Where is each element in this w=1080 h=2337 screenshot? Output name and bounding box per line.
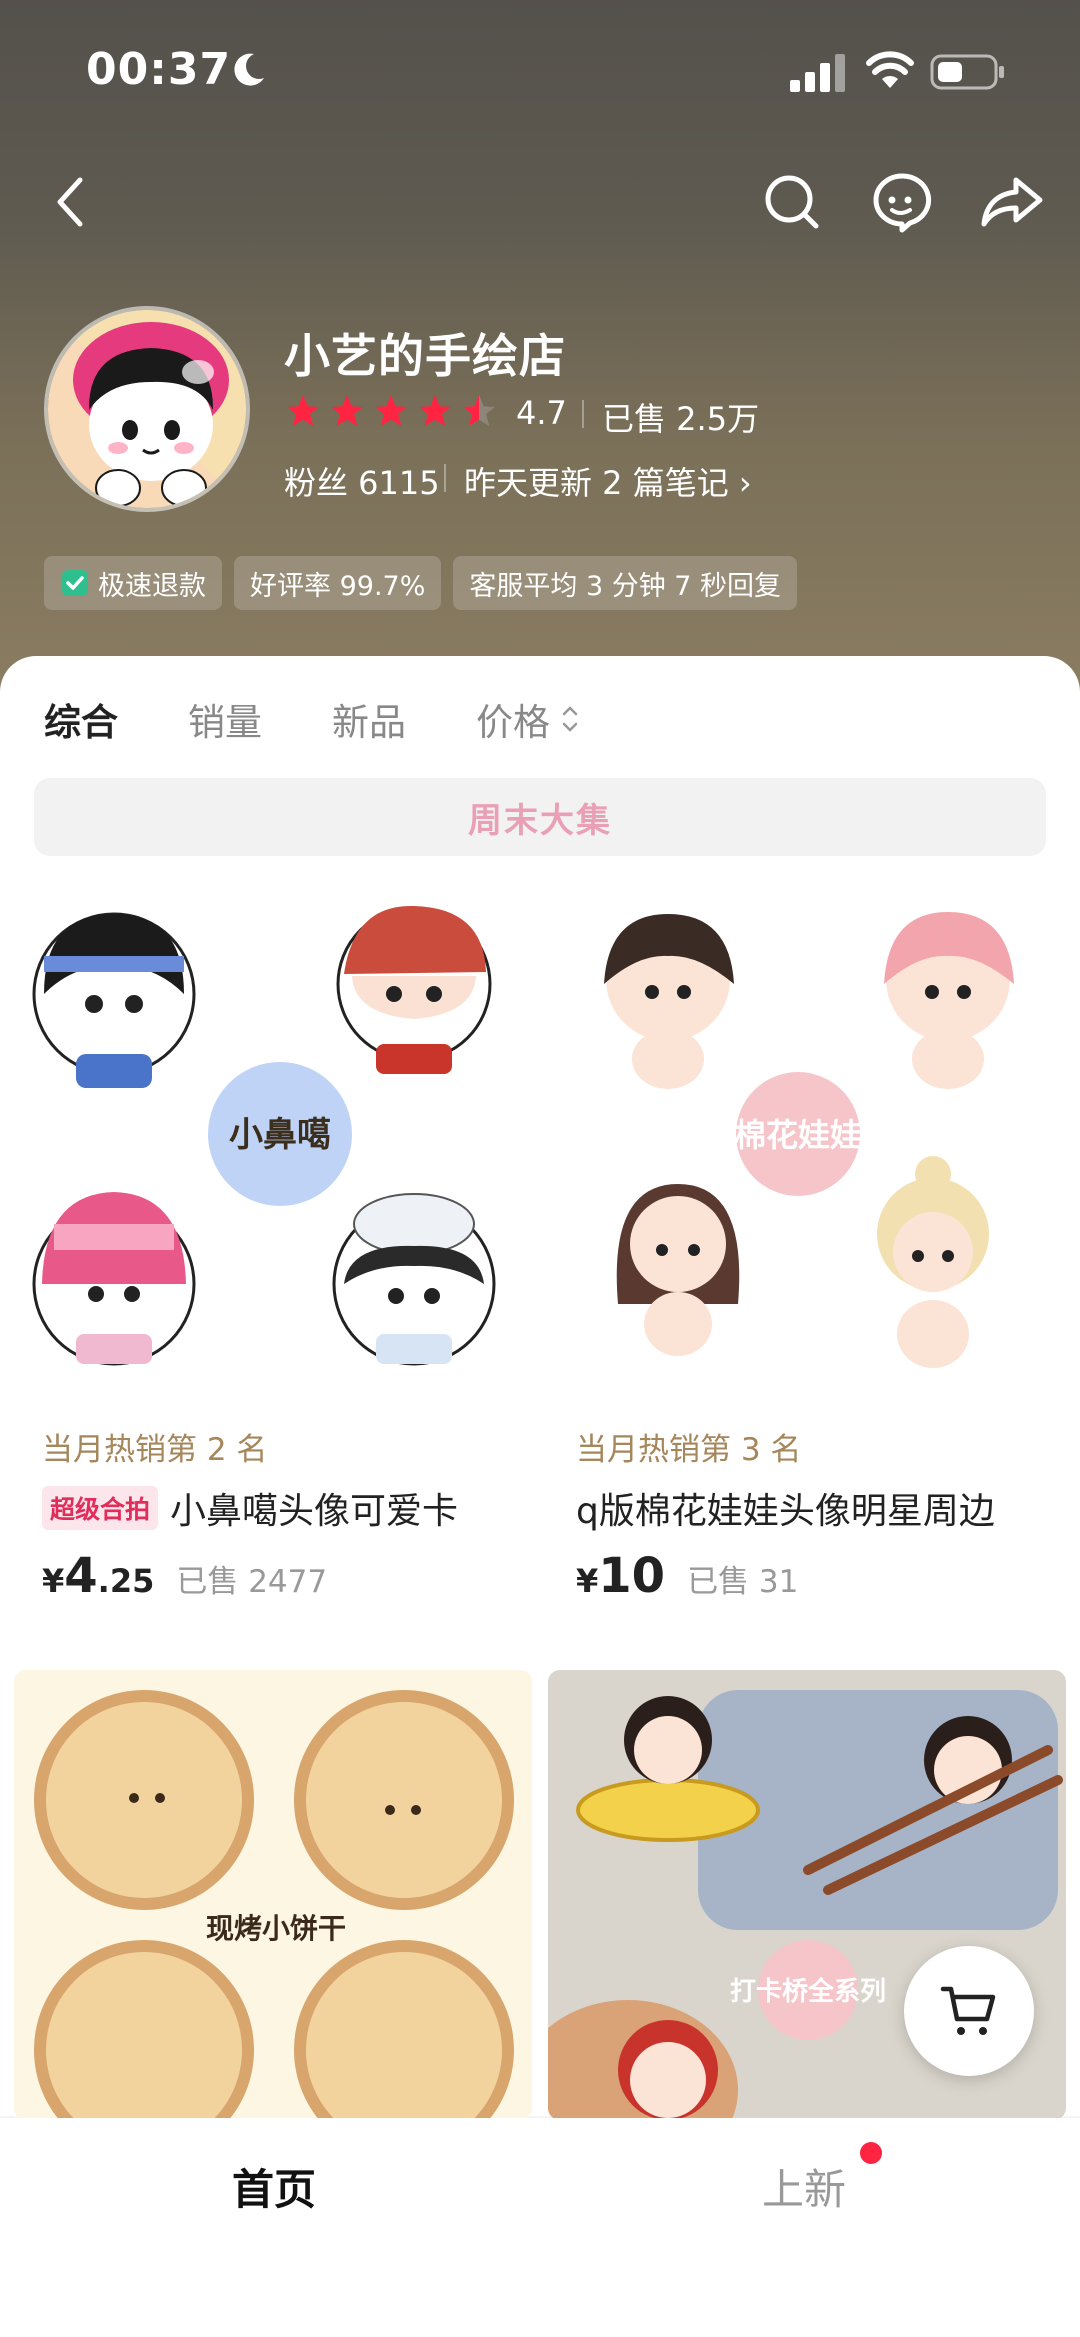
product-sold: 已售 2477 bbox=[176, 1564, 328, 1600]
product-sold: 已售 31 bbox=[687, 1564, 799, 1600]
image-caption: 打卡桥全系列 bbox=[730, 1976, 886, 2007]
star-icon bbox=[287, 395, 319, 427]
wifi-icon bbox=[866, 51, 914, 88]
notification-dot bbox=[860, 2142, 882, 2164]
cart-icon bbox=[940, 1986, 996, 2035]
tab-price-label: 价格 bbox=[476, 701, 550, 744]
product-price: ¥ 10 已售 31 bbox=[576, 1548, 798, 1604]
tab-sales[interactable]: 销量 bbox=[188, 692, 262, 746]
search-icon[interactable] bbox=[760, 170, 824, 234]
product-card[interactable]: 现烤小饼干 bbox=[14, 1670, 532, 2120]
badge-label: 客服平均 3 分钟 7 秒回复 bbox=[469, 570, 782, 602]
shop-avatar[interactable] bbox=[44, 306, 250, 512]
moon-icon bbox=[234, 53, 264, 86]
price-currency: ¥ bbox=[576, 1562, 599, 1600]
product-rank: 当月热销第 2 名 bbox=[42, 1432, 268, 1468]
sort-tabs: 综合 销量 新品 价格 bbox=[44, 692, 582, 746]
shop-name: 小艺的手绘店 bbox=[284, 329, 566, 383]
chat-icon[interactable] bbox=[870, 170, 934, 234]
price-integer: 10 bbox=[598, 1548, 666, 1604]
product-image: 棉花娃娃 bbox=[548, 884, 1066, 1402]
bottom-nav: 首页 上新 bbox=[0, 2118, 1080, 2337]
service-badges: 极速退款 好评率 99.7% 客服平均 3 分钟 7 秒回复 bbox=[44, 556, 798, 610]
tab-new[interactable]: 新品 bbox=[332, 692, 406, 746]
product-card[interactable]: 小鼻噶 当月热销第 2 名 超级合拍 小鼻噶头像可爱卡 ¥ 4 .25 已售 2… bbox=[14, 884, 532, 1654]
image-caption: 小鼻噶 bbox=[229, 1115, 331, 1155]
price-integer: 4 bbox=[64, 1548, 98, 1604]
star-half-icon bbox=[463, 395, 495, 427]
signal-icon bbox=[790, 54, 845, 92]
divider bbox=[582, 400, 584, 428]
product-title-text: 小鼻噶头像可爱卡 bbox=[170, 1491, 459, 1532]
product-title: 超级合拍 小鼻噶头像可爱卡 bbox=[42, 1482, 458, 1534]
tab-price[interactable]: 价格 bbox=[476, 692, 582, 746]
product-image: 现烤小饼干 bbox=[14, 1670, 532, 2120]
cart-button[interactable] bbox=[904, 1946, 1034, 2076]
star-icon bbox=[331, 395, 363, 427]
nav-home[interactable]: 首页 bbox=[232, 2156, 316, 2217]
product-tag: 超级合拍 bbox=[42, 1486, 159, 1530]
product-rank: 当月热销第 3 名 bbox=[576, 1432, 802, 1468]
price-decimal: .25 bbox=[97, 1562, 155, 1600]
status-bar: 00:37 bbox=[0, 40, 1080, 104]
home-indicator bbox=[380, 2294, 700, 2304]
price-currency: ¥ bbox=[42, 1562, 65, 1600]
tab-overall[interactable]: 综合 bbox=[44, 692, 118, 746]
badge-service-response[interactable]: 客服平均 3 分钟 7 秒回复 bbox=[453, 556, 798, 610]
status-time: 00:37 bbox=[86, 44, 232, 95]
star-icon bbox=[419, 395, 451, 427]
image-caption: 现烤小饼干 bbox=[206, 1912, 346, 1945]
notes-update-link[interactable]: 昨天更新 2 篇笔记 › bbox=[464, 458, 752, 504]
product-title-text: q版棉花娃娃头像明星周边 bbox=[576, 1491, 995, 1532]
back-button[interactable] bbox=[40, 170, 104, 234]
rating-value: 4.7 bbox=[516, 394, 567, 432]
badge-positive-rate[interactable]: 好评率 99.7% bbox=[234, 556, 442, 610]
badge-fast-refund[interactable]: 极速退款 bbox=[44, 556, 222, 610]
badge-label: 好评率 99.7% bbox=[250, 570, 426, 602]
product-title: q版棉花娃娃头像明星周边 bbox=[576, 1482, 995, 1534]
share-icon[interactable] bbox=[980, 170, 1044, 234]
shield-check-icon bbox=[62, 570, 88, 596]
product-card[interactable]: 棉花娃娃 当月热销第 3 名 q版棉花娃娃头像明星周边 ¥ 10 已售 31 bbox=[548, 884, 1066, 1654]
battery-icon bbox=[930, 54, 1004, 90]
fans-count: 粉丝 6115 bbox=[284, 464, 440, 502]
shop-header[interactable]: 小艺的手绘店 4.7 已售 2.5万 粉丝 6115 昨天更新 2 篇笔记 › bbox=[44, 306, 1044, 516]
nav-new-arrivals[interactable]: 上新 bbox=[762, 2156, 846, 2217]
sort-arrows-icon bbox=[562, 706, 578, 732]
star-icon bbox=[375, 395, 407, 427]
avatar-illustration bbox=[48, 310, 246, 508]
weekend-market-banner[interactable]: 周末大集 bbox=[34, 778, 1046, 856]
divider bbox=[444, 464, 446, 492]
shop-sold-count: 已售 2.5万 bbox=[602, 400, 760, 438]
image-caption: 棉花娃娃 bbox=[734, 1116, 862, 1154]
badge-label: 极速退款 bbox=[98, 570, 206, 602]
star-rating bbox=[284, 392, 498, 430]
product-image: 小鼻噶 bbox=[14, 884, 532, 1402]
product-price: ¥ 4 .25 已售 2477 bbox=[42, 1548, 327, 1604]
shop-hero: 00:37 小艺的手绘店 4.7 已售 2.5万 粉丝 6115 昨天更新 2 … bbox=[0, 0, 1080, 700]
